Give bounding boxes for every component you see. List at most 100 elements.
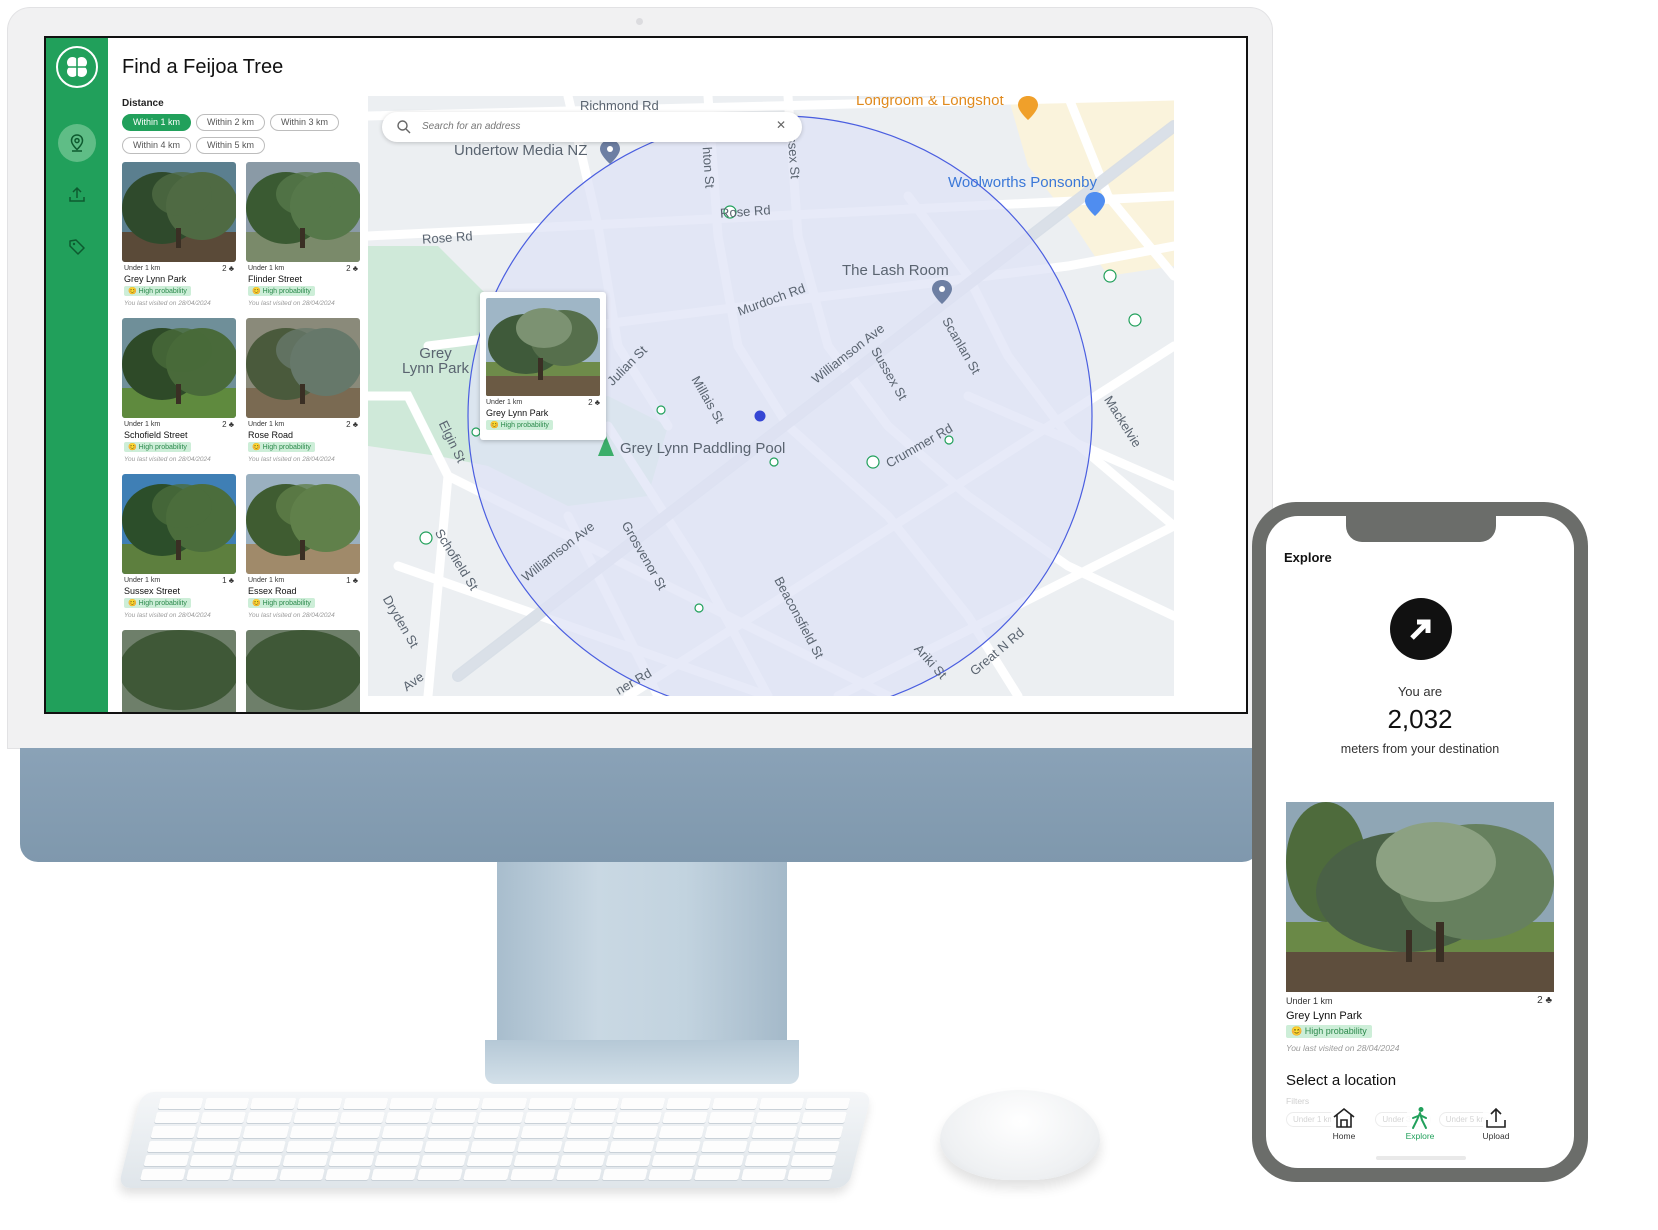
keyboard-key [203,1098,250,1110]
keyboard-key [705,1126,752,1138]
tree-count-icon: ♣ [352,576,358,585]
popup-location-name: Grey Lynn Park [486,408,549,418]
sidebar-item-tags[interactable] [58,228,96,266]
keyboard-key [143,1154,190,1166]
sidebar-item-map[interactable] [58,124,96,162]
keyboard-key [509,1168,556,1180]
keyboard-key [648,1168,695,1180]
keyboard-key [427,1126,474,1138]
tree-card[interactable]: Under 1 km 2 ♣ Grey Lynn Park 😊 High probab… [122,162,236,312]
card-tree-count: 2 ♣ [222,264,234,273]
close-icon[interactable]: ✕ [776,118,786,132]
keyboard-key [744,1154,791,1166]
keyboard-key [328,1154,375,1166]
phone-card-tree-count: 2 ♣ [1537,995,1552,1006]
keyboard-key [371,1168,417,1180]
tree-card-partial[interactable] [122,630,236,712]
tree-card[interactable]: Under 1 km 2 ♣ Rose Road 😊 High probability… [246,318,360,468]
card-last-visited: You last visited on 28/04/2024 [248,300,335,307]
card-location-name: Essex Road [248,586,297,596]
tree-card-partial[interactable] [246,630,360,712]
keyboard-key [477,1112,524,1124]
keyboard-key [147,1140,194,1152]
nav-upload[interactable]: Upload [1466,1106,1526,1141]
sidebar-item-upload[interactable] [58,176,96,214]
keyboard-key [701,1140,748,1152]
card-last-visited: You last visited on 28/04/2024 [124,612,211,619]
keyboard-key [200,1112,247,1124]
tree-photo [246,162,360,262]
tree-card[interactable]: Under 1 km 1 ♣ Sussex Street 😊 High probabi… [122,474,236,624]
card-last-visited: You last visited on 28/04/2024 [248,612,335,619]
nav-upload-label: Upload [1482,1131,1510,1141]
tree-photo [122,318,236,418]
keyboard-key [378,1140,425,1152]
keyboard-key [523,1112,570,1124]
keyboard-key [569,1112,616,1124]
map-label-paddling-pool: Grey Lynn Paddling Pool [620,440,786,457]
chip-within-1km[interactable]: Within 1 km [122,114,192,131]
nav-explore[interactable]: Explore [1390,1106,1450,1141]
keyboard-key [562,1140,609,1152]
keyboard-key [338,1112,385,1124]
keyboard-key [434,1098,481,1110]
meters-destination-label: meters from your destination [1340,742,1500,756]
phone-card-distance: Under 1 km [1286,996,1333,1006]
map-tree-popup[interactable]: Under 1 km 2 ♣ Grey Lynn Park 😊 High pro… [480,292,606,440]
keyboard-key [474,1126,521,1138]
keyboard-key [243,1126,290,1138]
keyboard-key [186,1168,233,1180]
keyboard-key [712,1098,759,1110]
tree-count-icon: ♣ [352,264,358,273]
nav-home[interactable]: Home [1314,1106,1374,1141]
chip-within-3km[interactable]: Within 3 km [270,114,340,131]
card-tree-count: 1 ♣ [346,576,358,585]
feijoa-logo-icon[interactable] [56,46,98,88]
distance-filter-label: Distance [122,98,164,109]
card-tree-count: 2 ♣ [222,420,234,429]
search-input[interactable]: Search for an address [422,121,520,132]
tree-card[interactable]: Under 1 km 2 ♣ Flinder Street 😊 High probab… [246,162,360,312]
keyboard-key [292,1112,339,1124]
bottom-nav: Home Explore Upload [1266,1106,1574,1146]
tree-card[interactable]: Under 1 km 2 ♣ Schofield Street 😊 High prob… [122,318,236,468]
keyboard-key [651,1154,698,1166]
keyboard-key [758,1098,805,1110]
tree-photo [246,630,360,712]
card-location-name: Schofield Street [124,430,188,440]
map-view[interactable]: Richmond Rd Longroom & Longshot Undertow… [368,96,1174,696]
keyboard-key [655,1140,702,1152]
keyboard-key [804,1098,851,1110]
keyboard-key [342,1098,389,1110]
keyboard-key [797,1126,844,1138]
map-label-richmond-rd: Richmond Rd [580,98,659,113]
keyboard [118,1092,872,1188]
keyboard-key [527,1098,574,1110]
keyboard-key [470,1140,517,1152]
card-probability-badge: 😊 High probability [124,442,191,452]
card-probability-badge: 😊 High probability [248,286,315,296]
keyboard-key [616,1112,663,1124]
tree-photo [246,318,360,418]
chip-within-5km[interactable]: Within 5 km [196,137,266,154]
keyboard-key [150,1126,197,1138]
address-search-bar[interactable]: Search for an address ✕ [382,112,802,142]
keyboard-key [196,1126,243,1138]
chip-within-4km[interactable]: Within 4 km [122,137,192,154]
tree-card[interactable]: Under 1 km 1 ♣ Essex Road 😊 High probabilit… [246,474,360,624]
card-location-name: Grey Lynn Park [124,274,187,284]
phone-card-location-name: Grey Lynn Park [1286,1010,1363,1022]
keyboard-key [232,1168,279,1180]
tree-count-icon: ♣ [1545,995,1552,1006]
tag-icon [69,239,85,255]
keyboard-key [235,1154,282,1166]
popup-distance: Under 1 km [486,399,523,406]
keyboard-key [516,1140,563,1152]
map-label-lash-room: The Lash Room [842,262,949,279]
tree-count-icon: ♣ [352,420,358,429]
keyboard-key [754,1112,801,1124]
keyboard-key [602,1168,648,1180]
card-location-name: Rose Road [248,430,294,440]
direction-arrow-icon [1390,598,1452,660]
chip-within-2km[interactable]: Within 2 km [196,114,266,131]
